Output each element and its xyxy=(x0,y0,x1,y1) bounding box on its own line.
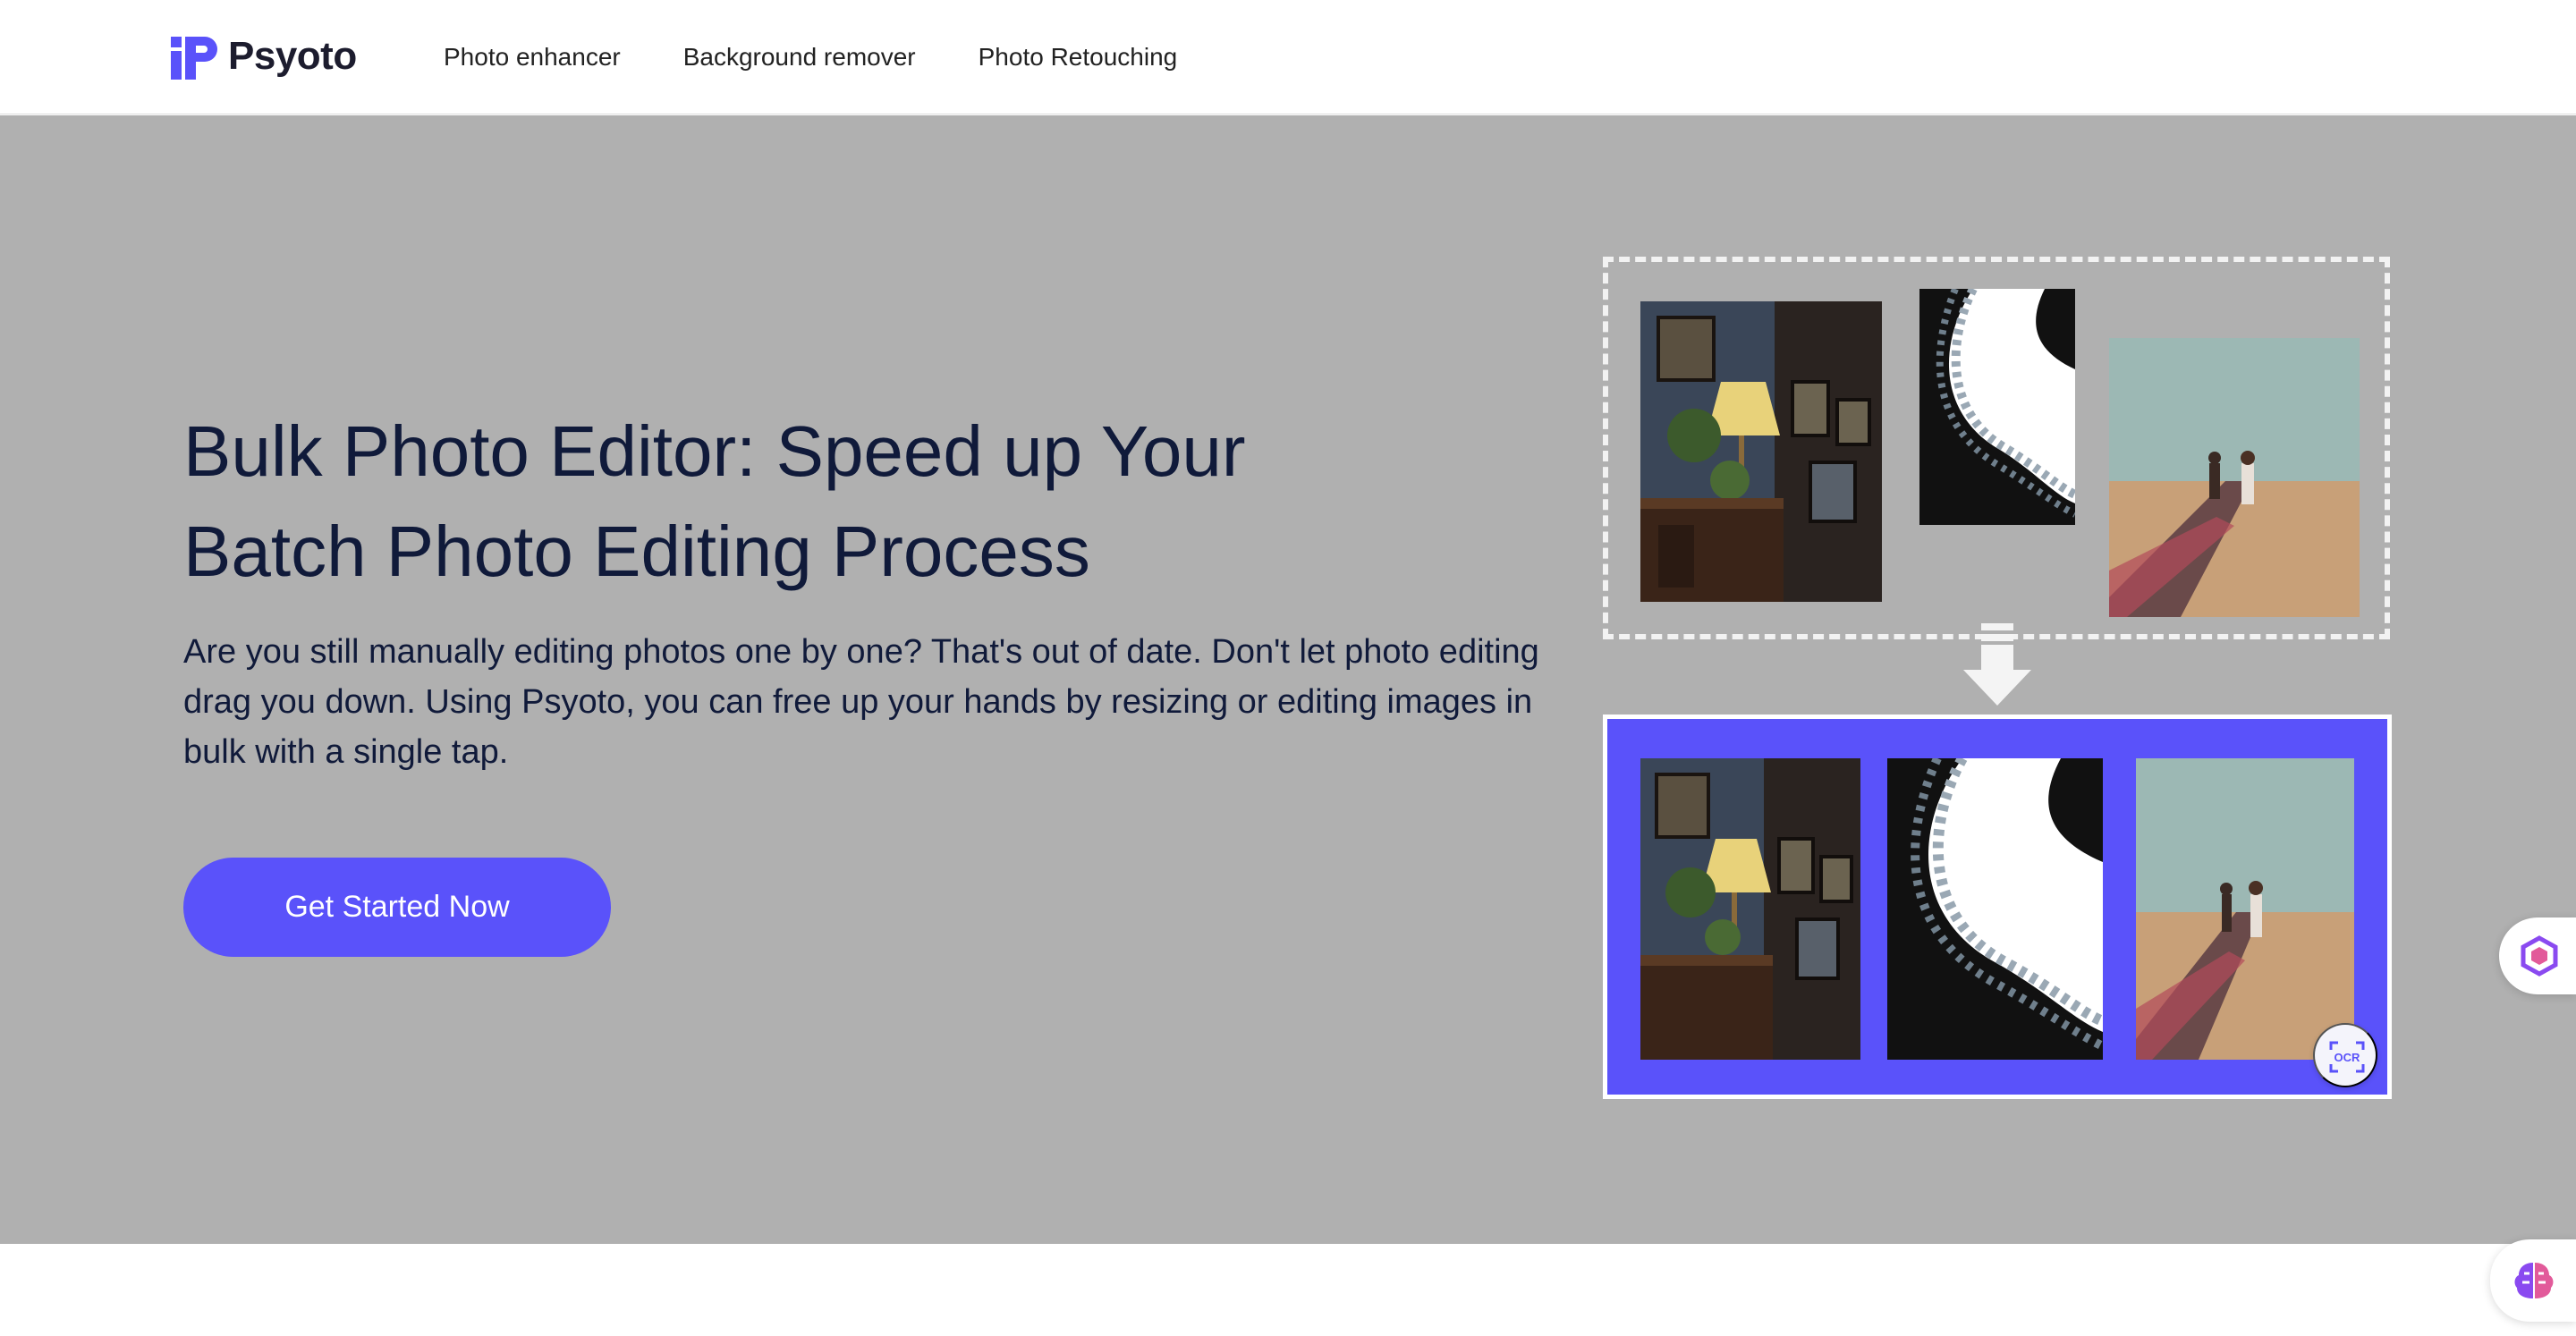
hero-title-line-1: Bulk Photo Editor: Speed up Your xyxy=(183,411,1246,491)
arrow-down-icon xyxy=(1963,623,2031,709)
get-started-button[interactable]: Get Started Now xyxy=(183,858,611,957)
floating-app-widget[interactable] xyxy=(2499,917,2576,994)
room-photo-after xyxy=(1640,758,1860,1060)
main-nav-links: Photo enhancer Background remover Photo … xyxy=(444,39,1240,75)
svg-text:OCR: OCR xyxy=(2334,1051,2361,1064)
psyoto-logo-icon xyxy=(171,33,217,80)
hero-title: Bulk Photo Editor: Speed up Your Batch P… xyxy=(183,402,1579,602)
nav-link-photo-enhancer[interactable]: Photo enhancer xyxy=(444,39,621,75)
brain-ai-icon xyxy=(2512,1259,2556,1306)
brand-logo[interactable]: Psyoto xyxy=(171,32,357,80)
beach-photo-after xyxy=(2136,758,2354,1060)
top-nav: Psyoto Photo enhancer Background remover… xyxy=(0,0,2576,114)
building-photo-after xyxy=(1887,758,2103,1060)
building-photo-before xyxy=(1919,289,2075,525)
hero-title-line-2: Batch Photo Editing Process xyxy=(183,512,1090,591)
nav-link-photo-retouching[interactable]: Photo Retouching xyxy=(979,39,1178,75)
nav-link-background-remover[interactable]: Background remover xyxy=(683,39,916,75)
ocr-scan-icon: OCR xyxy=(2315,1041,2379,1092)
beach-photo-before xyxy=(2109,338,2360,617)
brand-name: Psyoto xyxy=(228,34,357,78)
room-photo-before xyxy=(1640,301,1882,602)
hexagon-app-icon xyxy=(2519,935,2560,981)
ocr-scan-button[interactable]: OCR xyxy=(2313,1023,2377,1087)
floating-ai-widget[interactable] xyxy=(2490,1239,2576,1322)
hero-description: Are you still manually editing photos on… xyxy=(183,633,1539,771)
hero-section: Bulk Photo Editor: Speed up Your Batch P… xyxy=(0,115,2576,1244)
